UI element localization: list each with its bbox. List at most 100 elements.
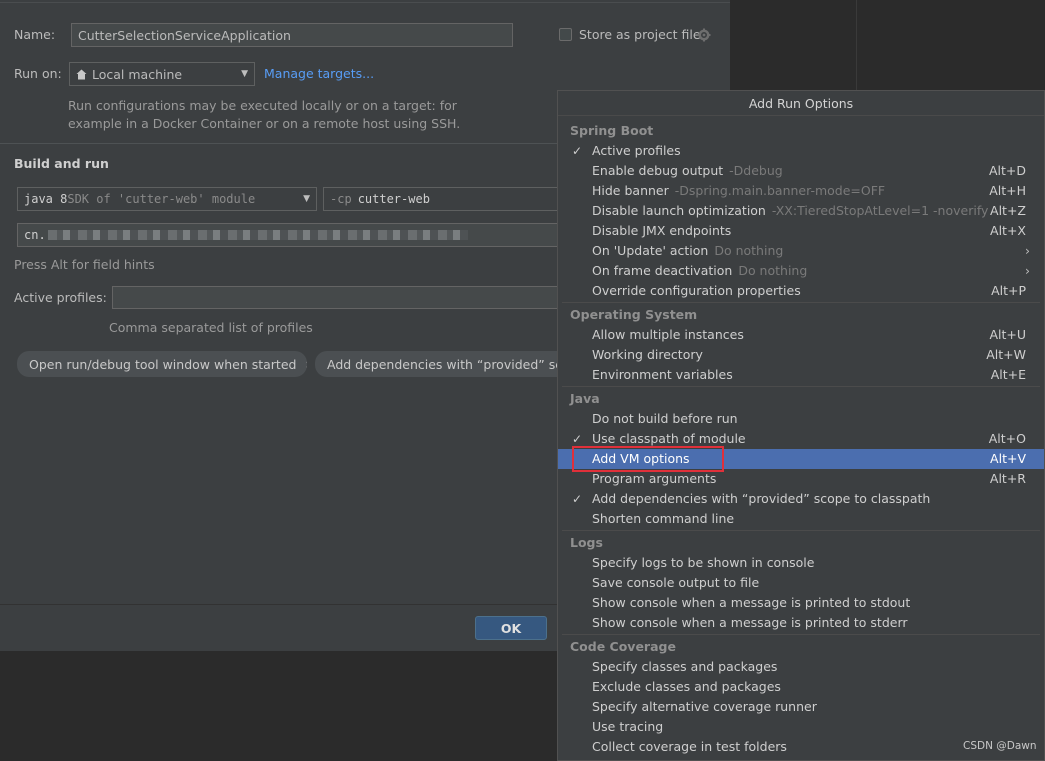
group-header: Java [570,391,600,406]
home-icon [76,69,87,79]
run-option-shortcut: Alt+P [991,283,1026,298]
name-input[interactable]: CutterSelectionServiceApplication [71,23,513,47]
store-project-file-checkbox[interactable] [559,28,572,41]
run-option-item[interactable]: Hide banner -Dspring.main.banner-mode=OFF… [558,181,1044,201]
watermark: CSDN @Dawn [963,740,1037,752]
name-label: Name: [14,27,56,42]
run-option-item[interactable]: Save console output to file [558,573,1044,593]
run-on-label: Run on: [14,66,62,81]
run-option-label: On frame deactivation [592,263,733,278]
run-option-shortcut: Alt+D [988,163,1026,178]
chevron-down-icon: ▼ [303,194,310,204]
run-on-hint-line-2: example in a Docker Container or on a re… [68,116,461,131]
run-option-item[interactable]: Disable JMX endpoints Alt+X [558,221,1044,241]
jdk-main: java 8 [24,192,68,206]
run-option-item[interactable]: Program arguments Alt+R [558,469,1044,489]
name-input-value: CutterSelectionServiceApplication [78,27,291,43]
run-option-item[interactable]: Working directory Alt+W [558,345,1044,365]
run-option-label: On 'Update' action [592,243,709,258]
cp-flag: -cp [330,192,352,206]
run-option-label: Disable launch optimization [592,203,766,218]
build-and-run-title: Build and run [14,156,109,171]
run-option-item[interactable]: Environment variables Alt+E [558,365,1044,385]
run-option-label: Use tracing [592,719,664,734]
run-option-item[interactable]: Specify logs to be shown in console [558,553,1044,573]
run-option-label: Enable debug output [592,163,724,178]
run-option-item[interactable]: Specify classes and packages [558,657,1044,677]
run-option-item[interactable]: Show console when a message is printed t… [558,593,1044,613]
chevron-right-icon: › [1025,263,1030,278]
run-option-label: Specify classes and packages [592,659,778,674]
run-option-label: Shorten command line [592,511,735,526]
run-on-value: Local machine [92,66,183,82]
run-option-item[interactable]: Exclude classes and packages [558,677,1044,697]
run-option-shortcut: Alt+X [990,223,1026,238]
chevron-right-icon: › [1025,243,1030,258]
blurred-main-class [47,230,468,240]
group-header: Operating System [570,307,698,322]
chip-label: Open run/debug tool window when started [29,356,297,372]
group-header: Code Coverage [570,639,676,654]
run-option-item[interactable]: Do not build before run [558,409,1044,429]
run-option-label: Add dependencies with “provided” scope t… [592,491,931,506]
active-profiles-label: Active profiles: [14,290,107,305]
group-separator [562,634,1040,635]
run-on-hint-line-1: Run configurations may be executed local… [68,98,457,113]
run-option-label: Save console output to file [592,575,760,590]
run-option-item[interactable]: ✓ Active profiles [558,141,1044,161]
jdk-select[interactable]: java 8 SDK of 'cutter-web' module ▼ [17,187,317,211]
run-option-label: Program arguments [592,471,717,486]
active-profiles-input[interactable] [112,286,563,309]
gear-icon[interactable] [697,28,711,42]
run-option-shortcut: Alt+H [989,183,1026,198]
run-option-label: Show console when a message is printed t… [592,615,908,630]
group-separator [562,302,1040,303]
run-option-item[interactable]: Override configuration properties Alt+P [558,281,1044,301]
run-on-select[interactable]: Local machine ▼ [69,62,255,86]
group-separator [562,386,1040,387]
chip-open-tool-window[interactable]: Open run/debug tool window when started … [17,351,307,377]
run-option-item[interactable]: On 'Update' action Do nothing › [558,241,1044,261]
field-hints: Press Alt for field hints [14,257,155,272]
highlight-annotation [572,446,724,472]
checkmark-icon: ✓ [572,144,583,158]
run-option-label: Environment variables [592,367,733,382]
run-option-label: Working directory [592,347,703,362]
run-option-label: Show console when a message is printed t… [592,595,911,610]
run-option-label: Allow multiple instances [592,327,744,342]
run-option-label: Disable JMX endpoints [592,223,732,238]
main-class-prefix: cn. [24,228,46,242]
run-option-item[interactable]: Show console when a message is printed t… [558,613,1044,633]
run-option-label: Hide banner [592,183,669,198]
group-header: Spring Boot [570,123,654,138]
run-option-shortcut: Alt+W [986,347,1026,362]
run-option-label: Active profiles [592,143,681,158]
classpath-select[interactable]: -cp cutter-web [323,187,563,211]
chip-provided-scope[interactable]: Add dependencies with “provided” scope [315,351,565,377]
run-option-item[interactable]: Use tracing [558,717,1044,737]
run-option-item[interactable]: On frame deactivation Do nothing › [558,261,1044,281]
run-option-item[interactable]: Allow multiple instances Alt+U [558,325,1044,345]
profiles-hint: Comma separated list of profiles [109,320,313,335]
popup-title: Add Run Options [558,91,1044,116]
group-header: Logs [570,535,603,550]
ok-button[interactable]: OK [475,616,547,640]
manage-targets-link[interactable]: Manage targets... [264,66,374,81]
run-option-item[interactable]: Disable launch optimization -XX:TieredSto… [558,201,1044,221]
dialog-top-border [0,2,730,3]
run-option-item[interactable]: Specify alternative coverage runner [558,697,1044,717]
run-option-item[interactable]: ✓ Add dependencies with “provided” scope … [558,489,1044,509]
chevron-down-icon: ▼ [241,69,248,79]
run-option-hint: -XX:TieredStopAtLevel=1 -noverify [771,203,989,218]
main-class-input[interactable]: cn. [17,223,563,247]
checkmark-icon: ✓ [572,492,583,506]
run-option-item[interactable]: Shorten command line [558,509,1044,529]
run-option-hint: -Dspring.main.banner-mode=OFF [674,183,886,198]
run-option-item[interactable]: Enable debug output -Ddebug Alt+D [558,161,1044,181]
run-option-label: Exclude classes and packages [592,679,781,694]
editor-divider [856,0,857,92]
run-option-shortcut: Alt+V [990,451,1026,466]
run-option-hint: Do nothing [738,263,808,278]
run-option-label: Specify logs to be shown in console [592,555,815,570]
cp-value: cutter-web [357,192,430,206]
